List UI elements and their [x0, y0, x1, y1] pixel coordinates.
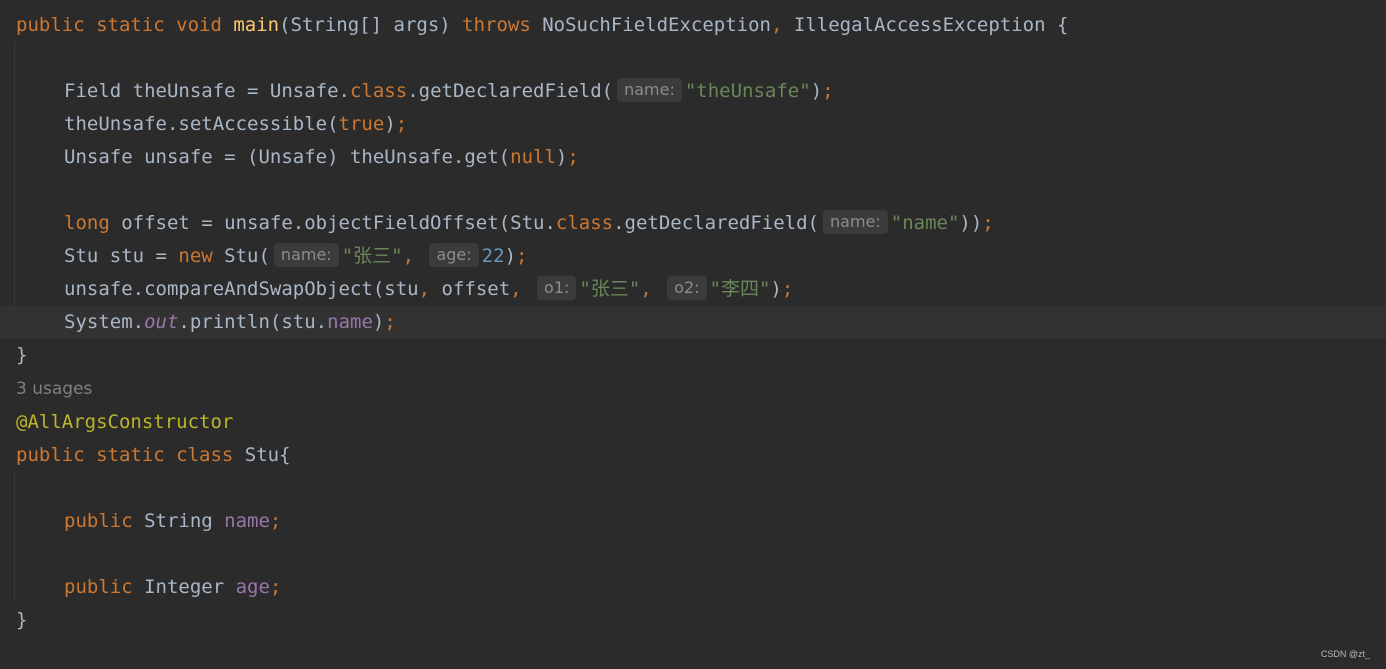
token-keyword: public static void — [16, 14, 234, 36]
token-text: (String[] args) — [279, 14, 463, 36]
code-line-4[interactable]: theUnsafe.setAccessible(true); — [16, 108, 1386, 141]
usages-inlay-link[interactable]: 3 usages — [16, 374, 92, 404]
param-hint: o1: — [537, 276, 577, 300]
token-text: } — [16, 609, 28, 631]
token-text: } — [16, 344, 28, 366]
token-punctuation: , — [771, 14, 794, 36]
code-line-7[interactable]: long offset = unsafe.objectFieldOffset(S… — [16, 207, 1386, 240]
token-punctuation: ; — [982, 212, 994, 234]
token-punctuation: , — [510, 278, 534, 300]
token-string: "theUnsafe" — [684, 80, 811, 102]
token-text: .getDeclaredField( — [407, 80, 614, 102]
token-text: )) — [959, 212, 983, 234]
code-line-15[interactable]: public String name; — [16, 505, 1386, 538]
token-punctuation: ; — [822, 80, 834, 102]
code-line-18[interactable]: } — [16, 604, 1386, 637]
param-hint: age: — [429, 243, 479, 267]
code-line-9[interactable]: unsafe.compareAndSwapObject(stu, offset,… — [16, 273, 1386, 306]
token-string: "张三" — [341, 245, 403, 267]
token-punctuation: ; — [567, 146, 579, 168]
token-text: Unsafe unsafe = (Unsafe) theUnsafe.get( — [64, 146, 511, 168]
token-text: System. — [64, 311, 145, 333]
code-line-12[interactable]: @AllArgsConstructor — [16, 406, 1386, 439]
indent-guide-class — [14, 470, 15, 602]
param-hint: name: — [273, 243, 339, 267]
token-keyword: public — [64, 576, 145, 598]
token-text: offset = unsafe.objectFieldOffset(Stu. — [121, 212, 556, 234]
token-string: "李四" — [709, 278, 771, 300]
token-field: age — [235, 576, 270, 598]
code-line-3[interactable]: Field theUnsafe = Unsafe.class.getDeclar… — [16, 75, 1386, 108]
token-keyword: new — [178, 245, 225, 267]
token-text: Stu{ — [244, 444, 291, 466]
token-text: ) — [555, 146, 568, 168]
token-annotation: @AllArgsConstructor — [16, 411, 234, 433]
token-field: name — [327, 311, 373, 333]
token-keyword: throws — [462, 14, 543, 36]
code-line-13[interactable]: public static class Stu{ — [16, 439, 1386, 472]
param-hint: name: — [823, 210, 888, 234]
code-line-17[interactable]: public Integer age; — [16, 571, 1386, 604]
watermark: CSDN @zt_ — [1320, 649, 1370, 659]
indent-guide-main — [14, 42, 15, 338]
token-text: ) — [384, 113, 396, 135]
token-field: name — [224, 510, 270, 532]
token-text: Stu( — [224, 245, 270, 267]
token-text: ) — [770, 278, 782, 300]
token-string: "张三" — [579, 278, 641, 300]
token-keyword: null — [510, 146, 556, 168]
token-punctuation: ; — [781, 278, 794, 300]
token-text: ) — [504, 245, 517, 267]
token-punctuation: , — [640, 278, 664, 300]
token-punctuation: , — [402, 245, 426, 267]
code-line-11[interactable]: } — [16, 339, 1386, 372]
token-number: 22 — [481, 245, 505, 267]
token-string: "name" — [890, 212, 960, 234]
token-text: ) — [810, 80, 823, 102]
token-keyword: public — [64, 510, 145, 532]
token-text: theUnsafe.setAccessible( — [64, 113, 339, 135]
code-line-10-current[interactable]: System.out.println(stu.name); — [0, 306, 1386, 339]
token-punctuation: ; — [384, 311, 396, 333]
token-keyword: public static class — [16, 444, 245, 466]
token-method-name: main — [233, 14, 280, 36]
token-text: String — [144, 510, 225, 532]
token-text: Field theUnsafe = Unsafe. — [64, 80, 350, 102]
token-text: .println(stu. — [178, 311, 328, 333]
token-keyword: true — [338, 113, 385, 135]
token-text: Integer — [144, 576, 236, 598]
token-text: unsafe.compareAndSwapObject(stu — [64, 278, 419, 300]
code-line-8[interactable]: Stu stu = new Stu(name: "张三", age: 22); — [16, 240, 1386, 273]
token-text: ) — [372, 311, 385, 333]
token-text: offset — [441, 278, 511, 300]
token-punctuation: , — [418, 278, 442, 300]
token-keyword: class — [555, 212, 614, 234]
token-text: NoSuchFieldException — [542, 14, 771, 36]
token-punctuation: ; — [269, 576, 282, 598]
code-line-1[interactable]: public static void main(String[] args) t… — [16, 9, 1386, 42]
token-text: IllegalAccessException { — [793, 14, 1069, 36]
token-punctuation: ; — [395, 113, 408, 135]
code-line-5[interactable]: Unsafe unsafe = (Unsafe) theUnsafe.get(n… — [16, 141, 1386, 174]
token-keyword: class — [349, 80, 408, 102]
token-static-field: out — [144, 311, 179, 333]
token-keyword: long — [64, 212, 122, 234]
token-punctuation: ; — [516, 245, 528, 267]
param-hint: o2: — [667, 276, 707, 300]
code-editor[interactable]: public static void main(String[] args) t… — [0, 0, 1386, 669]
token-text: Stu stu = — [64, 245, 179, 267]
token-punctuation: ; — [269, 510, 282, 532]
token-text: .getDeclaredField( — [613, 212, 819, 234]
param-hint: name: — [617, 78, 682, 102]
